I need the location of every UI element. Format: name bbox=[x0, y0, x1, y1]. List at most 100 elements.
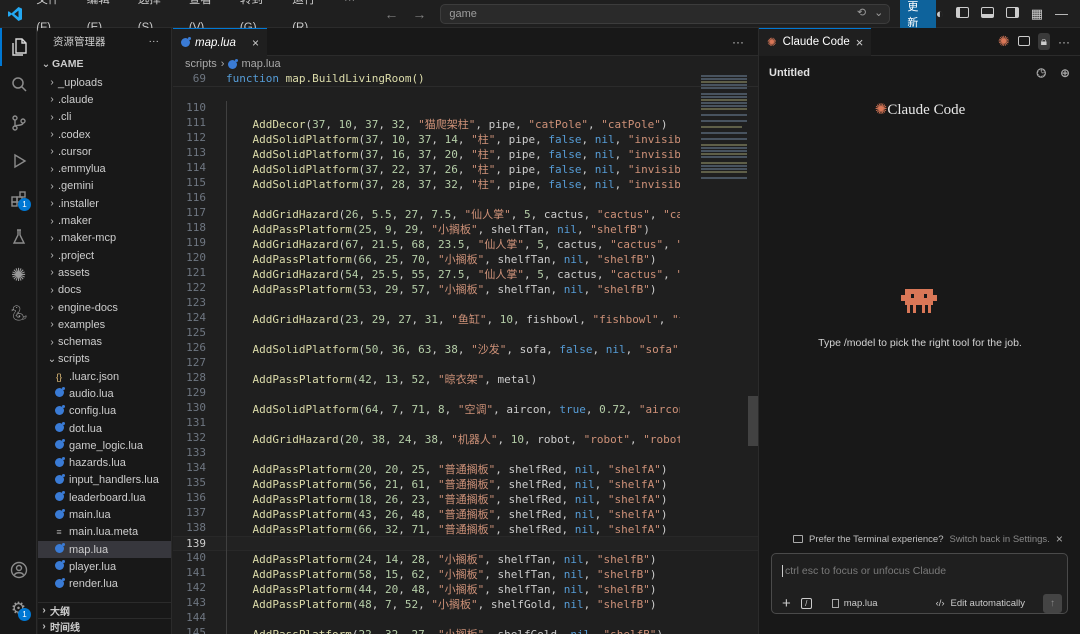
forward-arrow-icon[interactable]: → bbox=[412, 6, 426, 22]
breadcrumb-folder[interactable]: scripts bbox=[185, 58, 217, 70]
code-line[interactable]: 125 bbox=[173, 326, 758, 341]
back-arrow-icon[interactable]: ← bbox=[384, 6, 398, 22]
folder-item[interactable]: › docs bbox=[38, 282, 171, 299]
history-icon[interactable]: 🕒︎ bbox=[1036, 66, 1046, 81]
code-line[interactable]: 113 AddSolidPlatform(37, 16, 37, 20, "柱"… bbox=[173, 146, 758, 161]
more-icon[interactable]: ··· bbox=[1058, 35, 1070, 49]
layout-icon[interactable]: ▦ bbox=[1031, 6, 1043, 22]
explorer-icon[interactable] bbox=[0, 28, 37, 66]
code-line[interactable]: 137 AddPassPlatform(43, 26, 48, "普通搁板", … bbox=[173, 506, 758, 521]
command-center-search[interactable]: game ⟲ ⌄ bbox=[440, 3, 891, 24]
extensions-icon[interactable]: 1 bbox=[0, 180, 37, 218]
code-line[interactable]: 122 AddPassPlatform(53, 29, 57, "小搁板", s… bbox=[173, 281, 758, 296]
folder-item[interactable]: › examples bbox=[38, 316, 171, 333]
code-line[interactable]: 128 AddPassPlatform(42, 13, 52, "晾衣架", m… bbox=[173, 371, 758, 386]
code-line[interactable]: 117 AddGridHazard(26, 5.5, 27, 7.5, "仙人掌… bbox=[173, 206, 758, 221]
code-line[interactable]: 126 AddSolidPlatform(50, 36, 63, 38, "沙发… bbox=[173, 341, 758, 356]
close-icon[interactable]: × bbox=[1056, 532, 1063, 546]
code-line[interactable]: 114 AddSolidPlatform(37, 22, 37, 26, "柱"… bbox=[173, 161, 758, 176]
close-icon[interactable]: × bbox=[252, 36, 259, 50]
code-line[interactable]: 139 bbox=[173, 536, 758, 551]
new-chat-icon[interactable]: ⊕ bbox=[1060, 66, 1070, 81]
code-line[interactable]: 131 bbox=[173, 416, 758, 431]
attached-file-chip[interactable]: map.lua bbox=[831, 598, 878, 609]
folder-item[interactable]: › .maker-mcp bbox=[38, 230, 171, 247]
toggle-sidebar-icon[interactable] bbox=[955, 6, 969, 21]
code-line[interactable]: 119 AddGridHazard(67, 21.5, 68, 23.5, "仙… bbox=[173, 236, 758, 251]
search-icon[interactable] bbox=[0, 66, 37, 104]
folder-item[interactable]: › .installer bbox=[38, 195, 171, 212]
claude-spark-icon[interactable]: ✺ bbox=[998, 33, 1010, 50]
settings-gear-icon[interactable]: ⚙ 1 bbox=[0, 590, 37, 628]
minimize-icon[interactable]: — bbox=[1055, 6, 1068, 21]
file-item[interactable]: game_logic.lua bbox=[38, 437, 171, 454]
code-line[interactable]: 133 bbox=[173, 446, 758, 461]
code-area[interactable]: 110 111 AddDecor(37, 10, 37, 32, "猫爬架柱", … bbox=[173, 101, 758, 634]
update-button[interactable]: 更新 bbox=[900, 0, 936, 32]
toggle-panel-icon[interactable] bbox=[980, 6, 994, 21]
close-icon[interactable]: × bbox=[856, 35, 864, 50]
code-line[interactable]: 140 AddPassPlatform(24, 14, 28, "小搁板", s… bbox=[173, 551, 758, 566]
testing-icon[interactable] bbox=[0, 218, 37, 256]
chevron-down-icon[interactable]: ⌄ bbox=[874, 6, 883, 19]
code-line[interactable]: 120 AddPassPlatform(66, 25, 70, "小搁板", s… bbox=[173, 251, 758, 266]
file-item[interactable]: hazards.lua bbox=[38, 455, 171, 472]
code-line[interactable]: 135 AddPassPlatform(56, 21, 61, "普通搁板", … bbox=[173, 476, 758, 491]
minimap[interactable] bbox=[697, 72, 749, 292]
folder-item[interactable]: › .project bbox=[38, 247, 171, 264]
claude-tab[interactable]: ✺ Claude Code × bbox=[759, 27, 872, 56]
file-item[interactable]: map.lua bbox=[38, 541, 171, 559]
edit-mode-toggle[interactable]: ‹/› Edit automatically bbox=[936, 598, 1025, 609]
folder-item[interactable]: › .cursor bbox=[38, 143, 171, 160]
accounts-icon[interactable] bbox=[0, 551, 37, 589]
prompt-input[interactable]: ctrl esc to focus or unfocus Claude bbox=[782, 565, 946, 577]
python-icon[interactable]: 🐍︎ bbox=[0, 294, 37, 332]
workspace-root[interactable]: ⌄ GAME bbox=[38, 54, 171, 74]
code-line[interactable]: 136 AddPassPlatform(18, 26, 23, "普通搁板", … bbox=[173, 491, 758, 506]
file-item[interactable]: config.lua bbox=[38, 403, 171, 420]
code-line[interactable]: 116 bbox=[173, 191, 758, 206]
code-line[interactable]: 121 AddGridHazard(54, 25.5, 55, 27.5, "仙… bbox=[173, 266, 758, 281]
folder-item-open[interactable]: ⌄ scripts bbox=[38, 351, 171, 368]
file-item[interactable]: render.lua bbox=[38, 576, 171, 593]
toggle-secondary-sidebar-icon[interactable] bbox=[1005, 6, 1019, 21]
file-item[interactable]: main.lua bbox=[38, 506, 171, 523]
editor-tab-map-lua[interactable]: map.lua × bbox=[173, 28, 267, 56]
code-line[interactable]: 123 bbox=[173, 296, 758, 311]
editor-scrollbar[interactable] bbox=[748, 396, 758, 446]
code-line[interactable]: 141 AddPassPlatform(58, 15, 62, "小搁板", s… bbox=[173, 566, 758, 581]
code-line[interactable]: 115 AddSolidPlatform(37, 28, 37, 32, "柱"… bbox=[173, 176, 758, 191]
run-debug-icon[interactable] bbox=[0, 142, 37, 180]
code-line[interactable]: 112 AddSolidPlatform(37, 10, 37, 14, "柱"… bbox=[173, 131, 758, 146]
code-line[interactable]: 127 bbox=[173, 356, 758, 371]
folder-item[interactable]: › schemas bbox=[38, 333, 171, 350]
theme-toggle-icon[interactable]: ◐ bbox=[936, 6, 944, 21]
code-line[interactable]: 132 AddGridHazard(20, 38, 24, 38, "机器人",… bbox=[173, 431, 758, 446]
code-line[interactable]: 134 AddPassPlatform(20, 20, 25, "普通搁板", … bbox=[173, 461, 758, 476]
file-item[interactable]: input_handlers.lua bbox=[38, 472, 171, 489]
folder-item[interactable]: › .maker bbox=[38, 212, 171, 229]
folder-item[interactable]: › assets bbox=[38, 264, 171, 281]
code-line[interactable]: 144 bbox=[173, 611, 758, 626]
file-item[interactable]: audio.lua bbox=[38, 385, 171, 402]
switch-back-link[interactable]: Switch back in Settings. bbox=[949, 534, 1049, 545]
folder-item[interactable]: › .codex bbox=[38, 126, 171, 143]
code-line[interactable]: 124 AddGridHazard(23, 29, 27, 31, "鱼缸", … bbox=[173, 311, 758, 326]
outline-section[interactable]: › 大纲 bbox=[38, 602, 172, 618]
code-line[interactable]: 143 AddPassPlatform(48, 7, 52, "小搁板", sh… bbox=[173, 596, 758, 611]
code-line[interactable]: 142 AddPassPlatform(44, 20, 48, "小搁板", s… bbox=[173, 581, 758, 596]
file-item[interactable]: ≡ main.lua.meta bbox=[38, 524, 171, 541]
code-line[interactable]: 129 bbox=[173, 386, 758, 401]
sticky-scroll-line[interactable]: 69 function map.BuildLivingRoom() bbox=[173, 72, 758, 87]
slash-command-icon[interactable]: / bbox=[800, 598, 812, 609]
editor-more-button[interactable]: ··· bbox=[732, 28, 758, 55]
split-editor-icon[interactable] bbox=[1017, 35, 1030, 49]
folder-item[interactable]: › .claude bbox=[38, 91, 171, 108]
code-line[interactable]: 145 AddPassPlatform(22, 32, 27, "小搁板", s… bbox=[173, 626, 758, 634]
folder-item[interactable]: › .emmylua bbox=[38, 160, 171, 177]
add-icon[interactable]: + bbox=[782, 595, 791, 612]
send-button[interactable]: ↑ bbox=[1043, 594, 1062, 613]
claude-prompt-box[interactable]: ctrl esc to focus or unfocus Claude + / … bbox=[771, 553, 1068, 614]
file-item[interactable]: leaderboard.lua bbox=[38, 489, 171, 506]
timeline-section[interactable]: › 时间线 bbox=[38, 618, 172, 634]
